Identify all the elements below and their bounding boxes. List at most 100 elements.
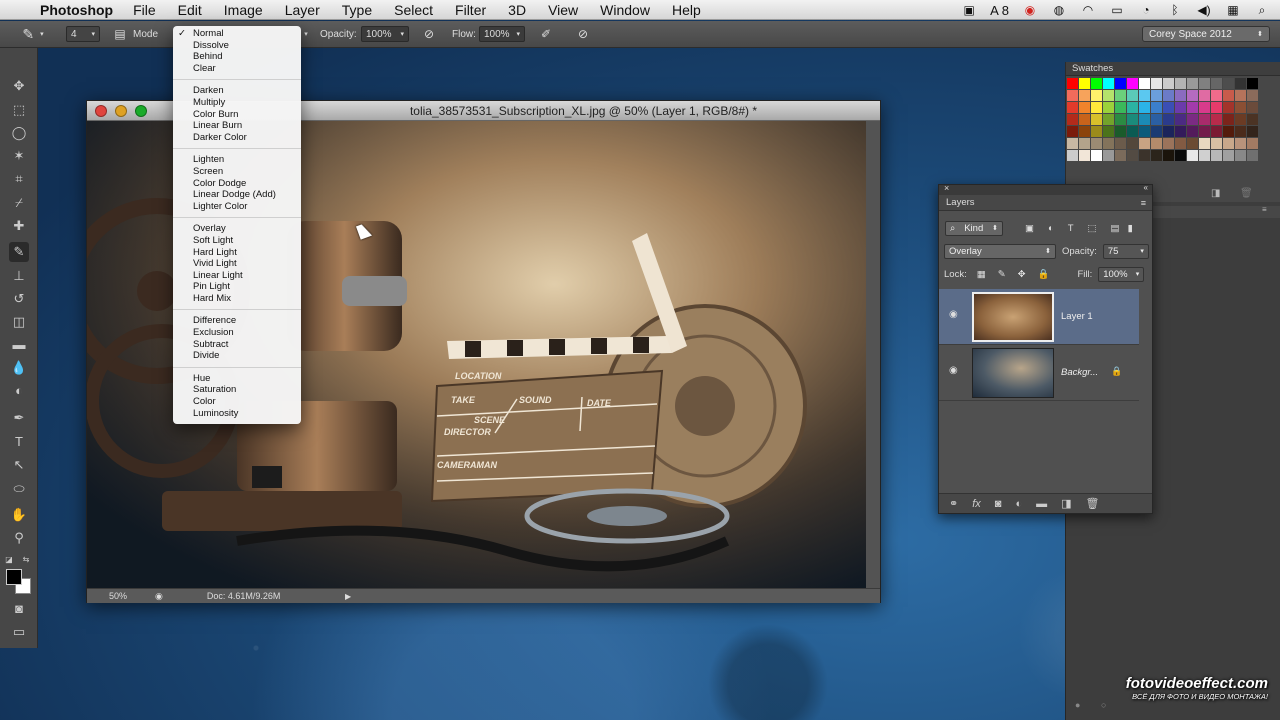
color-swatch[interactable] xyxy=(1067,90,1078,101)
link-layers-icon[interactable]: ⚭ xyxy=(949,497,958,510)
color-swatch[interactable] xyxy=(1139,150,1150,161)
color-swatch[interactable] xyxy=(1199,126,1210,137)
fill-input[interactable]: 100% ▾ xyxy=(1098,266,1145,282)
color-swatch[interactable] xyxy=(1235,78,1246,89)
layer-filter-kind[interactable]: ⌕ Kind ⬍ xyxy=(945,220,1003,236)
color-swatch[interactable] xyxy=(1187,138,1198,149)
color-swatch[interactable] xyxy=(1187,78,1198,89)
color-swatch[interactable] xyxy=(1199,90,1210,101)
blur-tool-icon[interactable]: 💧 xyxy=(9,358,29,378)
marquee-tool-icon[interactable]: ⬚ xyxy=(9,100,29,120)
lock-transparency-icon[interactable]: ▦ xyxy=(977,269,986,280)
layer-name[interactable]: Backgr... xyxy=(1061,367,1098,378)
color-swatch[interactable] xyxy=(1223,150,1234,161)
swap-colors-icon[interactable]: ⇆ xyxy=(20,550,32,570)
color-swatch[interactable] xyxy=(1079,138,1090,149)
color-swatch[interactable] xyxy=(1091,102,1102,113)
filter-type-icon[interactable]: T xyxy=(1068,223,1074,234)
lock-image-icon[interactable]: ✎ xyxy=(998,269,1006,280)
brush-size-picker[interactable]: 4 ▾ xyxy=(66,26,100,42)
eyedropper-tool-icon[interactable]: ⌿ xyxy=(9,193,29,213)
filter-smart-object-icon[interactable]: ▤ xyxy=(1111,223,1120,234)
color-swatch[interactable] xyxy=(1139,114,1150,125)
color-swatch[interactable] xyxy=(1175,90,1186,101)
layer-row-background[interactable]: ◉ Backgr... 🔒 xyxy=(939,345,1139,401)
color-swatch[interactable] xyxy=(1223,126,1234,137)
color-swatch[interactable] xyxy=(1139,126,1150,137)
color-swatch[interactable] xyxy=(1187,102,1198,113)
blend-mode-option[interactable]: Darker Color xyxy=(173,132,301,144)
color-swatch[interactable] xyxy=(1247,150,1258,161)
eraser-tool-icon[interactable]: ◫ xyxy=(9,312,29,332)
clone-stamp-tool-icon[interactable]: ⊥ xyxy=(9,266,29,286)
blend-mode-option[interactable]: Darken xyxy=(173,85,301,97)
color-swatch[interactable] xyxy=(1163,114,1174,125)
color-swatch[interactable] xyxy=(1127,126,1138,137)
color-swatch[interactable] xyxy=(1079,90,1090,101)
color-swatch[interactable] xyxy=(1235,126,1246,137)
blend-mode-option[interactable]: Pin Light xyxy=(173,281,301,293)
bluetooth-icon[interactable]: ᛒ xyxy=(1167,3,1183,17)
delete-swatch-icon[interactable]: 🗑 xyxy=(1240,188,1253,199)
color-swatch[interactable] xyxy=(1235,90,1246,101)
ellipse-tool-icon[interactable]: ⬭ xyxy=(9,479,29,499)
color-swatch[interactable] xyxy=(1127,150,1138,161)
color-swatch[interactable] xyxy=(1139,78,1150,89)
color-swatch[interactable] xyxy=(1127,102,1138,113)
color-swatch[interactable] xyxy=(1247,138,1258,149)
gradient-tool-icon[interactable]: ▬ xyxy=(9,335,29,355)
blend-mode-option[interactable]: Color xyxy=(173,396,301,408)
zoom-tool-icon[interactable]: ⚲ xyxy=(9,528,29,548)
adobe-status[interactable]: A 8 xyxy=(990,3,1009,18)
color-swatch[interactable] xyxy=(1103,150,1114,161)
color-swatch[interactable] xyxy=(1079,126,1090,137)
color-swatch[interactable] xyxy=(1163,78,1174,89)
panel-menu-icon[interactable]: ≡ xyxy=(1141,195,1146,211)
color-swatch[interactable] xyxy=(1115,126,1126,137)
adjustment-layer-icon[interactable]: ◐ xyxy=(1015,498,1022,510)
lock-position-icon[interactable]: ✥ xyxy=(1018,269,1026,280)
layers-panel-header[interactable]: × « xyxy=(939,183,1152,195)
new-group-icon[interactable]: ▬ xyxy=(1036,498,1047,510)
menu-help[interactable]: Help xyxy=(672,2,701,18)
color-swatch[interactable] xyxy=(1187,126,1198,137)
new-layer-icon[interactable]: ◨ xyxy=(1061,497,1071,510)
blend-mode-option[interactable]: Multiply xyxy=(173,97,301,109)
color-swatch[interactable] xyxy=(1151,138,1162,149)
wifi-icon[interactable]: ◠ xyxy=(1080,3,1096,17)
color-swatch[interactable] xyxy=(1175,102,1186,113)
blend-mode-option[interactable]: Hard Light xyxy=(173,247,301,259)
color-swatch[interactable] xyxy=(1091,78,1102,89)
close-panel-icon[interactable]: × xyxy=(944,183,949,193)
lasso-tool-icon[interactable]: ◯ xyxy=(9,123,29,143)
color-swatch[interactable] xyxy=(1187,114,1198,125)
color-swatch[interactable] xyxy=(1175,126,1186,137)
blend-mode-option[interactable]: Color Burn xyxy=(173,109,301,121)
color-swatch[interactable] xyxy=(1067,126,1078,137)
color-swatch[interactable] xyxy=(1211,138,1222,149)
color-swatch[interactable] xyxy=(1175,150,1186,161)
color-swatch[interactable] xyxy=(1103,126,1114,137)
color-swatch[interactable] xyxy=(1067,102,1078,113)
path-selection-tool-icon[interactable]: ↖ xyxy=(9,455,29,475)
mode-select-arrow[interactable]: ▾ xyxy=(300,25,312,43)
blend-mode-option[interactable]: Clear xyxy=(173,63,301,75)
blend-mode-option[interactable]: Linear Light xyxy=(173,270,301,282)
color-swatch[interactable] xyxy=(1103,114,1114,125)
color-swatch[interactable] xyxy=(1079,102,1090,113)
color-swatch[interactable] xyxy=(1115,102,1126,113)
color-swatch[interactable] xyxy=(1079,78,1090,89)
filter-pixel-icon[interactable]: ▣ xyxy=(1025,223,1034,234)
pen-tool-icon[interactable]: ✒ xyxy=(9,408,29,428)
color-swatch[interactable] xyxy=(1235,102,1246,113)
color-swatch[interactable] xyxy=(1163,126,1174,137)
color-swatch[interactable] xyxy=(1235,114,1246,125)
hand-tool-icon[interactable]: ✋ xyxy=(9,505,29,525)
dodge-tool-icon[interactable]: ◐ xyxy=(9,381,29,401)
color-swatch[interactable] xyxy=(1223,102,1234,113)
color-swatch[interactable] xyxy=(1223,90,1234,101)
color-swatch[interactable] xyxy=(1139,102,1150,113)
layer-style-fx-icon[interactable]: fx xyxy=(972,498,981,510)
color-swatch[interactable] xyxy=(1115,150,1126,161)
swatches-tab[interactable]: Swatches xyxy=(1066,62,1280,76)
